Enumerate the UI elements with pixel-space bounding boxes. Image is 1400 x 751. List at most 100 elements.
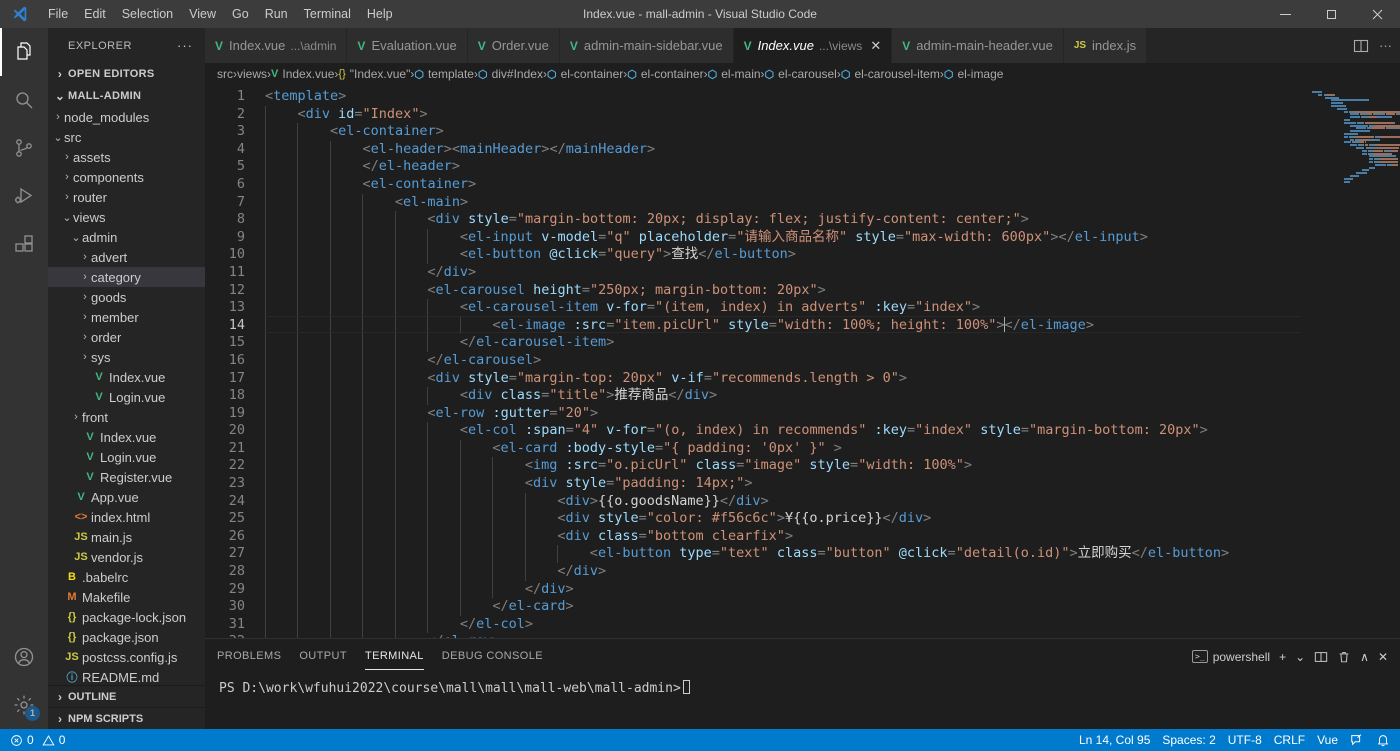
tree-folder-advert[interactable]: › advert xyxy=(48,247,205,267)
menu-terminal[interactable]: Terminal xyxy=(296,0,359,28)
tree-file-package-lock.json[interactable]: {} package-lock.json xyxy=(48,607,205,627)
code-line[interactable]: <template> xyxy=(263,88,1300,106)
panel-tab-output[interactable]: OUTPUT xyxy=(299,639,347,674)
tree-folder-order[interactable]: › order xyxy=(48,327,205,347)
code-line[interactable]: </el-header> xyxy=(263,158,1300,176)
menu-selection[interactable]: Selection xyxy=(114,0,181,28)
tree-file-package.json[interactable]: {} package.json xyxy=(48,627,205,647)
menu-file[interactable]: File xyxy=(40,0,76,28)
code-line[interactable]: <div id="Index"> xyxy=(263,105,1300,124)
code-line[interactable]: <div style="margin-top: 20px" v-if="reco… xyxy=(263,369,1300,388)
tree-file-Login.vue[interactable]: V Login.vue xyxy=(48,447,205,467)
activity-explorer-icon[interactable] xyxy=(0,28,48,76)
split-editor-icon[interactable] xyxy=(1353,38,1369,54)
breadcrumb-item[interactable]: V Index.vue xyxy=(271,67,334,81)
tree-file-postcss.config.js[interactable]: JS postcss.config.js xyxy=(48,647,205,667)
status-notifications-icon[interactable] xyxy=(1370,729,1396,751)
code-line[interactable]: <div style="padding: 14px;"> xyxy=(263,475,1300,493)
breadcrumb-item[interactable]: ⬡ el-carousel-item xyxy=(841,67,940,81)
status-language-mode[interactable]: Vue xyxy=(1311,729,1344,751)
section-outline[interactable]: › OUTLINE xyxy=(48,685,205,707)
code-line[interactable]: </div> xyxy=(263,563,1300,581)
editor-tab-evaluation-vue-1[interactable]: V Evaluation.vue xyxy=(347,28,468,63)
status-encoding[interactable]: UTF-8 xyxy=(1222,729,1268,751)
file-tree[interactable]: › node_modules ⌄ src › assets › components › rout… xyxy=(48,107,205,685)
breadcrumb-item[interactable]: src xyxy=(217,67,233,81)
tree-folder-member[interactable]: › member xyxy=(48,307,205,327)
tree-folder-src[interactable]: ⌄ src xyxy=(48,127,205,147)
editor-tab-index-vue-0[interactable]: V Index.vue ...\admin xyxy=(205,28,348,63)
breadcrumb-item[interactable]: ⬡ template xyxy=(414,67,474,81)
split-terminal-icon[interactable] xyxy=(1314,650,1328,664)
code-line[interactable]: <div class="title">推荐商品</div> xyxy=(263,387,1300,405)
tree-folder-category[interactable]: › category xyxy=(48,267,205,287)
code-line[interactable]: <el-image :src="item.picUrl" style="widt… xyxy=(263,316,1300,335)
maximize-button[interactable] xyxy=(1308,0,1354,28)
code-line[interactable]: <img :src="o.picUrl" class="image" style… xyxy=(263,457,1300,476)
menu-edit[interactable]: Edit xyxy=(76,0,114,28)
tree-file-main.js[interactable]: JS main.js xyxy=(48,527,205,547)
activity-extensions-icon[interactable] xyxy=(0,220,48,268)
tree-file-index.html[interactable]: <> index.html xyxy=(48,507,205,527)
new-terminal-icon[interactable]: + xyxy=(1279,650,1286,664)
tree-file-Index.vue[interactable]: V Index.vue xyxy=(48,427,205,447)
terminal-shell-selector[interactable]: >_ powershell xyxy=(1192,650,1270,664)
tab-strip[interactable]: V Index.vue ...\admin V Evaluation.vue V Order… xyxy=(205,28,1345,63)
code-line[interactable]: <el-header><mainHeader></mainHeader> xyxy=(263,140,1300,159)
breadcrumb-item[interactable]: ⬡ el-container xyxy=(547,67,623,81)
code-line[interactable]: <el-carousel height="250px; margin-botto… xyxy=(263,281,1300,300)
tree-folder-assets[interactable]: › assets xyxy=(48,147,205,167)
tree-file-Makefile[interactable]: M Makefile xyxy=(48,587,205,607)
activity-search-icon[interactable] xyxy=(0,76,48,124)
tree-file-.babelrc[interactable]: B .babelrc xyxy=(48,567,205,587)
panel-actions[interactable]: >_ powershell + ⌄ ∧ ✕ xyxy=(1192,650,1388,664)
tree-file-Index.vue[interactable]: V Index.vue xyxy=(48,367,205,387)
breadcrumb-item[interactable]: ⬡ el-main xyxy=(708,67,761,81)
tree-folder-sys[interactable]: › sys xyxy=(48,347,205,367)
breadcrumb[interactable]: src › views › V Index.vue ›{} "Index.vue" › ⬡ temp… xyxy=(205,63,1400,85)
editor-tab-admin-main-sidebar-vue-3[interactable]: Vadmin-main-sidebar.vue xyxy=(559,28,734,63)
code-line[interactable]: <div class="bottom clearfix"> xyxy=(263,527,1300,546)
tree-folder-views[interactable]: ⌄ views xyxy=(48,207,205,227)
status-eol[interactable]: CRLF xyxy=(1268,729,1311,751)
tree-file-Register.vue[interactable]: V Register.vue xyxy=(48,467,205,487)
activity-run-debug-icon[interactable] xyxy=(0,172,48,220)
code-line[interactable]: <div style="color: #f56c6c">¥{{o.price}}… xyxy=(263,510,1300,528)
editor-tab-index-vue-active[interactable]: V Index.vue ...\views ✕ xyxy=(733,28,893,63)
panel-tab-problems[interactable]: PROBLEMS xyxy=(217,639,281,674)
status-problems[interactable]: 0 0 xyxy=(4,729,71,751)
activity-bar[interactable]: 1 xyxy=(0,28,48,729)
menu-view[interactable]: View xyxy=(181,0,224,28)
code-line[interactable]: </el-carousel-item> xyxy=(263,334,1300,352)
code-line[interactable]: </el-carousel> xyxy=(263,351,1300,370)
terminal-body[interactable]: PS D:\work\wfuhui2022\course\mall\mall\m… xyxy=(205,674,1400,729)
code-line[interactable]: <el-button @click="query">查找</el-button> xyxy=(263,246,1300,264)
section-project-root[interactable]: ⌄ MALL-ADMIN xyxy=(48,85,205,107)
menu-bar[interactable]: File Edit Selection View Go Run Terminal… xyxy=(40,0,401,28)
window-controls[interactable] xyxy=(1262,0,1400,28)
code-line[interactable]: </el-col> xyxy=(263,615,1300,634)
activity-settings-icon[interactable]: 1 xyxy=(0,681,48,729)
minimize-button[interactable] xyxy=(1262,0,1308,28)
code-line[interactable]: <el-container> xyxy=(263,123,1300,141)
tree-file-App.vue[interactable]: V App.vue xyxy=(48,487,205,507)
tree-folder-front[interactable]: › front xyxy=(48,407,205,427)
breadcrumb-item[interactable]: ⬡ el-carousel xyxy=(765,67,837,81)
panel-tab-bar[interactable]: PROBLEMS OUTPUT TERMINAL DEBUG CONSOLE >… xyxy=(205,639,1400,674)
menu-help[interactable]: Help xyxy=(359,0,401,28)
breadcrumb-item[interactable]: views xyxy=(237,67,267,81)
section-open-editors[interactable]: › OPEN EDITORS xyxy=(48,63,205,85)
status-feedback-icon[interactable] xyxy=(1344,729,1370,751)
code-line[interactable]: <el-row :gutter="20"> xyxy=(263,404,1300,423)
menu-go[interactable]: Go xyxy=(224,0,257,28)
section-npm-scripts[interactable]: › NPM SCRIPTS xyxy=(48,707,205,729)
code-line[interactable]: </div> xyxy=(263,263,1300,282)
minimap[interactable] xyxy=(1300,85,1400,638)
breadcrumb-item[interactable]: ⬡ el-container xyxy=(627,67,703,81)
status-indentation[interactable]: Spaces: 2 xyxy=(1156,729,1221,751)
code-line[interactable]: </el-card> xyxy=(263,598,1300,616)
tree-file-vendor.js[interactable]: JS vendor.js xyxy=(48,547,205,567)
explorer-more-icon[interactable]: ··· xyxy=(177,38,197,53)
tree-folder-components[interactable]: › components xyxy=(48,167,205,187)
tab-close-icon[interactable]: ✕ xyxy=(870,39,881,52)
